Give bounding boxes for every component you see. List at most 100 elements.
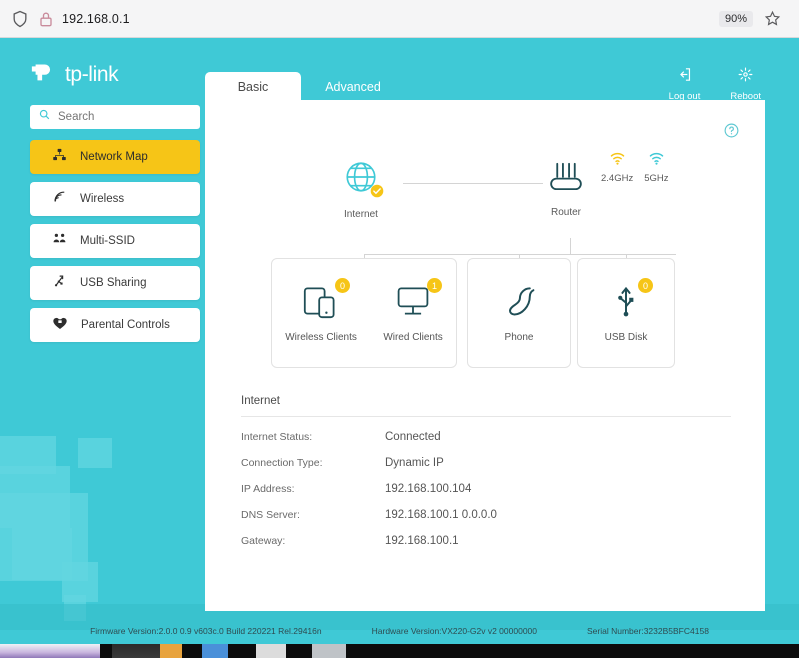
wifi-bands: 2.4GHz 5GHz xyxy=(601,150,669,184)
card-label: Phone xyxy=(504,332,534,343)
taskbar-item[interactable] xyxy=(312,644,346,658)
sitemap-icon xyxy=(52,147,67,167)
info-row-connection-type: Connection Type: Dynamic IP xyxy=(241,450,731,476)
badge-count: 0 xyxy=(335,278,351,293)
search-box[interactable] xyxy=(30,105,200,129)
card-usb-disk[interactable]: 0 USB Disk xyxy=(577,258,675,368)
info-row-gateway: Gateway: 192.168.100.1 xyxy=(241,528,731,554)
wifi-icon xyxy=(609,150,626,171)
info-key: Gateway: xyxy=(241,535,286,547)
cell-wireless-clients[interactable]: 0 Wireless Clients xyxy=(285,278,357,343)
browser-toolbar: 192.168.0.1 90% xyxy=(0,0,799,38)
taskbar-gap xyxy=(286,644,312,658)
taskbar-item[interactable] xyxy=(256,644,286,658)
shield-icon[interactable] xyxy=(10,9,30,29)
info-value: 192.168.100.1 xyxy=(385,535,459,547)
info-row-dns-server: DNS Server: 192.168.100.1 0.0.0.0 xyxy=(241,502,731,528)
section-title: Internet xyxy=(241,395,280,407)
badge-count: 0 xyxy=(637,278,653,293)
band-label: 5GHz xyxy=(644,173,669,184)
sidebar-item-label: Parental Controls xyxy=(81,319,170,331)
cell-phone[interactable]: Phone xyxy=(499,283,539,343)
tab-advanced[interactable]: Advanced xyxy=(305,72,401,102)
info-value: Dynamic IP xyxy=(385,457,444,469)
tab-basic[interactable]: Basic xyxy=(205,72,301,102)
card-phone[interactable]: Phone xyxy=(467,258,571,368)
badge-count: 1 xyxy=(427,278,443,293)
search-icon xyxy=(38,108,51,126)
zoom-level[interactable]: 90% xyxy=(718,10,753,27)
brand-logo: tp-link xyxy=(30,58,119,91)
logout-icon xyxy=(676,66,693,88)
sidebar-item-label: Multi-SSID xyxy=(80,235,135,247)
internet-info-section: Internet Internet Status: Connected Conn… xyxy=(241,395,731,554)
tplink-mark-icon xyxy=(30,58,58,91)
reboot-button[interactable]: Reboot xyxy=(730,66,761,102)
band-5ghz[interactable]: 5GHz xyxy=(644,150,669,184)
firmware-version: Firmware Version:2.0.0 0.9 v603c.0 Build… xyxy=(90,626,322,636)
sidebar-item-multi-ssid[interactable]: Multi-SSID xyxy=(30,224,200,258)
taskbar-item[interactable] xyxy=(160,644,182,658)
sidebar-item-wireless[interactable]: Wireless xyxy=(30,182,200,216)
router-icon xyxy=(543,155,589,202)
star-icon[interactable] xyxy=(763,9,783,29)
sidebar-item-network-map[interactable]: Network Map xyxy=(30,140,200,174)
search-input[interactable] xyxy=(58,111,178,123)
network-topology: Internet Router 2.4GHz 5GHz 0 Wireless C… xyxy=(205,100,765,390)
info-key: IP Address: xyxy=(241,483,295,495)
taskbar-gap xyxy=(228,644,256,658)
taskbar-gap xyxy=(100,644,112,658)
info-row-ip-address: IP Address: 192.168.100.104 xyxy=(241,476,731,502)
topology-link-line xyxy=(403,183,543,184)
topbar-actions: Log out Reboot xyxy=(669,66,761,102)
sidebar: Network Map Wireless Multi-SSID xyxy=(30,105,200,350)
info-value: 192.168.100.1 0.0.0.0 xyxy=(385,509,497,521)
taskbar-gap xyxy=(182,644,202,658)
node-label: Internet xyxy=(344,209,378,220)
sidebar-item-usb-sharing[interactable]: USB Sharing xyxy=(30,266,200,300)
devices-icon: 0 xyxy=(301,278,351,324)
card-clients[interactable]: 0 Wireless Clients 1 Wired Clients xyxy=(271,258,457,368)
wifi-icon xyxy=(52,189,67,209)
usb-icon xyxy=(52,273,67,293)
cell-wired-clients[interactable]: 1 Wired Clients xyxy=(383,278,443,343)
url-text[interactable]: 192.168.0.1 xyxy=(62,12,130,26)
card-label: USB Disk xyxy=(604,332,648,343)
node-label: Router xyxy=(550,207,581,218)
sidebar-item-label: Wireless xyxy=(80,193,125,205)
monitor-icon: 1 xyxy=(393,278,443,324)
screen: 192.168.0.1 90% tp-link Search Network M… xyxy=(0,0,799,658)
background-decoration xyxy=(78,438,112,468)
taskbar-thumbnail[interactable] xyxy=(0,644,100,658)
sidebar-item-label: USB Sharing xyxy=(80,277,147,289)
heart-icon xyxy=(52,315,68,336)
taskbar-item[interactable] xyxy=(202,644,228,658)
lock-icon[interactable] xyxy=(36,9,56,29)
cell-usb-disk[interactable]: 0 USB Disk xyxy=(604,278,653,343)
serial-number: Serial Number:3232B5BFC4158 xyxy=(587,626,709,636)
taskbar-item[interactable] xyxy=(112,644,160,658)
sidebar-item-parental-controls[interactable]: Parental Controls xyxy=(30,308,200,342)
info-key: Connection Type: xyxy=(241,457,323,469)
check-badge-icon xyxy=(370,184,384,203)
card-label: Wireless Clients xyxy=(285,332,357,343)
status-footer: Firmware Version:2.0.0 0.9 v603c.0 Build… xyxy=(0,618,799,644)
os-taskbar xyxy=(0,644,799,658)
info-key: Internet Status: xyxy=(241,431,313,443)
hardware-version: Hardware Version:VX220-G2v v2 00000000 xyxy=(371,626,538,636)
users-icon xyxy=(52,231,67,251)
band-2-4ghz[interactable]: 2.4GHz xyxy=(601,150,633,184)
globe-icon xyxy=(339,155,384,204)
band-label: 2.4GHz xyxy=(601,173,634,184)
logout-button[interactable]: Log out xyxy=(669,66,700,102)
brand-name: tp-link xyxy=(65,62,119,86)
sidebar-item-label: Network Map xyxy=(80,151,148,163)
reboot-icon xyxy=(737,66,754,88)
main-panel: Internet Router 2.4GHz 5GHz 0 Wireless C… xyxy=(205,100,765,611)
node-internet[interactable]: Internet xyxy=(339,155,384,220)
usb-icon: 0 xyxy=(608,278,653,324)
node-router[interactable]: Router xyxy=(543,155,589,218)
section-divider xyxy=(241,416,731,417)
info-key: DNS Server: xyxy=(241,509,300,521)
phone-icon xyxy=(499,283,539,324)
